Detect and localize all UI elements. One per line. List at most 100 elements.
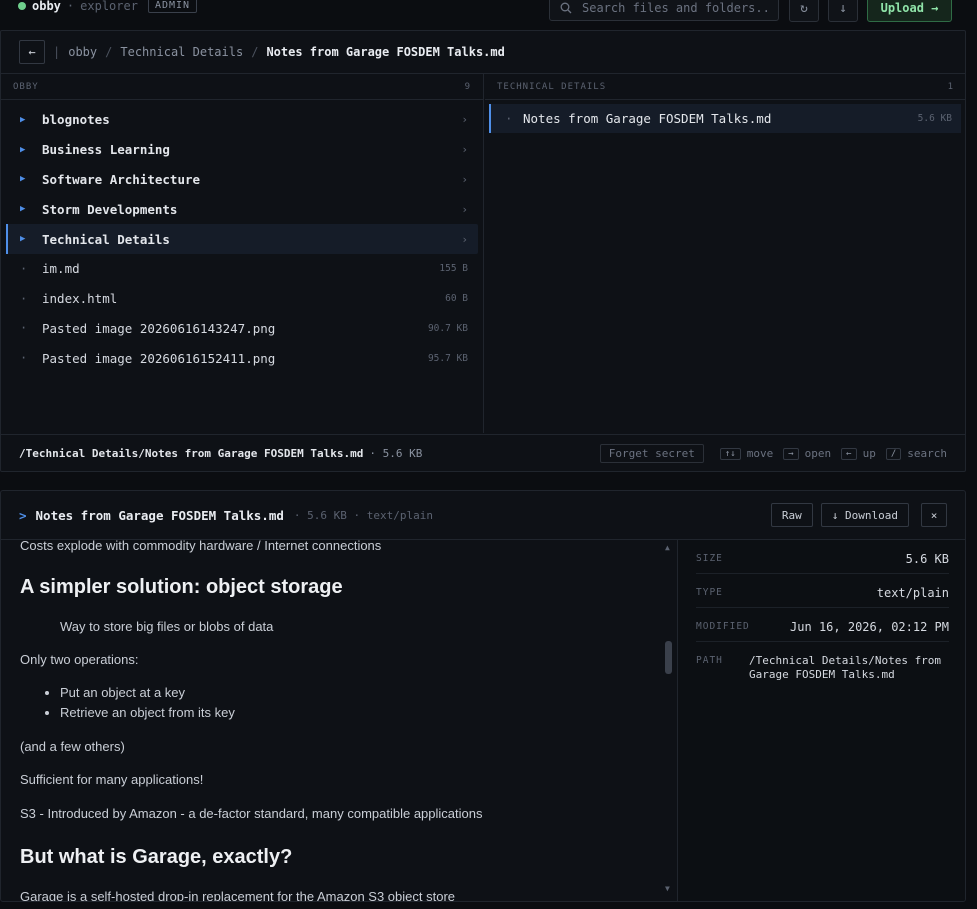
file-size: 155 B <box>439 263 468 275</box>
scrollbar-thumb[interactable] <box>665 641 672 674</box>
folder-row[interactable]: ▶ Software Architecture › <box>6 165 478 195</box>
file-size: 60 B <box>445 293 468 305</box>
breadcrumb-item-obby[interactable]: obby <box>68 45 97 59</box>
file-name: Pasted image 20260616152411.png <box>42 350 276 366</box>
role-badge: ADMIN <box>147 0 198 13</box>
prompt-icon: > <box>19 507 27 523</box>
file-name: Pasted image 20260616143247.png <box>42 320 276 336</box>
folder-icon: ▶ <box>20 234 26 245</box>
right-column: TECHNICAL DETAILS 1 · Notes from Garage … <box>485 74 966 433</box>
detail-label: SIZE <box>696 553 723 564</box>
folder-row[interactable]: ▶ blognotes › <box>6 105 478 135</box>
brand: obby · explorer ADMIN <box>18 0 198 13</box>
file-viewer-panel: > Notes from Garage FOSDEM Talks.md · 5.… <box>0 490 966 902</box>
scroll-down-icon[interactable]: ▼ <box>665 884 670 893</box>
file-row[interactable]: · index.html 60 B <box>6 284 478 314</box>
folder-name: blognotes <box>42 112 110 128</box>
shortcut-label-open: open <box>804 447 832 460</box>
kbd-open-icon: → <box>783 447 799 460</box>
file-size: 5.6 KB <box>917 113 952 124</box>
brand-separator: · <box>66 0 75 13</box>
detail-value: 5.6 KB <box>905 552 949 566</box>
folder-row-selected[interactable]: ▶ Technical Details › <box>6 224 478 254</box>
chevron-right-icon: › <box>461 232 468 246</box>
breadcrumb-current: Notes from Garage FOSDEM Talks.md <box>266 45 505 59</box>
kbd-search-icon: / <box>885 447 902 460</box>
right-column-count: 1 <box>947 81 954 92</box>
folder-icon: ▶ <box>20 144 26 155</box>
status-path: /Technical Details/Notes from Garage FOS… <box>19 447 364 460</box>
status-dot-icon <box>18 1 26 10</box>
scroll-up-icon[interactable]: ▲ <box>665 543 670 552</box>
detail-value: text/plain <box>876 586 949 600</box>
breadcrumb-divider: | <box>53 45 61 59</box>
viewer-header: > Notes from Garage FOSDEM Talks.md · 5.… <box>1 491 965 540</box>
viewer-meta: · 5.6 KB · text/plain <box>293 508 433 522</box>
folder-row[interactable]: ▶ Storm Developments › <box>6 194 478 224</box>
content-blockquote: Way to store big files or blobs of data <box>60 619 274 634</box>
file-name: index.html <box>42 291 118 307</box>
detail-type: TYPE text/plain <box>696 574 949 608</box>
refresh-button[interactable]: ↻ <box>789 0 819 22</box>
left-column: OBBY 9 ▶ blognotes › ▶ Business Learning… <box>1 74 484 433</box>
close-button[interactable]: × <box>921 503 947 527</box>
content-paragraph: S3 - Introduced by Amazon - a de-factor … <box>20 806 483 821</box>
file-dot-icon: · <box>20 261 28 276</box>
markdown-content[interactable]: Costs explode with commodity hardware / … <box>1 540 676 902</box>
search-input[interactable] <box>582 0 772 15</box>
download-all-button[interactable]: ↓ <box>828 0 858 22</box>
breadcrumb-item-technical-details[interactable]: Technical Details <box>120 45 243 59</box>
shortcut-label-search: search <box>907 447 947 460</box>
detail-label: TYPE <box>696 587 723 598</box>
kbd-move-icon: ↑↓ <box>719 447 741 460</box>
raw-button[interactable]: Raw <box>770 503 813 527</box>
file-name: im.md <box>42 261 80 277</box>
search-box[interactable] <box>549 0 779 21</box>
folder-name: Business Learning <box>42 142 170 158</box>
chevron-right-icon: › <box>461 143 468 157</box>
folder-icon: ▶ <box>20 114 26 125</box>
forget-secret-button[interactable]: Forget secret <box>599 444 704 463</box>
folder-name: Storm Developments <box>42 201 178 217</box>
file-details-panel: SIZE 5.6 KB TYPE text/plain MODIFIED Jun… <box>677 540 965 901</box>
content-heading: But what is Garage, exactly? <box>20 846 293 868</box>
file-row[interactable]: · Pasted image 20260616152411.png 95.7 K… <box>6 343 478 373</box>
back-button[interactable]: ← <box>19 40 45 64</box>
list-item: Put an object at a key <box>60 685 235 700</box>
list-item: Retrieve an object from its key <box>60 705 235 720</box>
file-row[interactable]: · Pasted image 20260616143247.png 90.7 K… <box>6 314 478 344</box>
download-icon: ↓ <box>839 0 847 16</box>
file-size: 90.7 KB <box>427 322 468 334</box>
content-list: Put an object at a key Retrieve an objec… <box>20 685 235 725</box>
chevron-right-icon: › <box>461 172 468 186</box>
folder-icon: ▶ <box>20 174 26 185</box>
app-section: explorer <box>80 0 138 13</box>
folder-contents-list: · Notes from Garage FOSDEM Talks.md 5.6 … <box>485 100 966 133</box>
status-bar: /Technical Details/Notes from Garage FOS… <box>1 434 965 472</box>
chevron-right-icon: › <box>461 202 468 216</box>
detail-path: PATH /Technical Details/Notes from Garag… <box>696 642 949 689</box>
upload-button[interactable]: Upload → <box>867 0 952 22</box>
file-row[interactable]: · im.md 155 B <box>6 254 478 284</box>
shortcut-label-up: up <box>862 447 876 460</box>
folder-row[interactable]: ▶ Business Learning › <box>6 135 478 165</box>
detail-label: PATH <box>696 655 723 666</box>
file-row-selected[interactable]: · Notes from Garage FOSDEM Talks.md 5.6 … <box>489 104 961 133</box>
detail-size: SIZE 5.6 KB <box>696 540 949 574</box>
refresh-icon: ↻ <box>800 0 808 16</box>
search-icon <box>560 2 572 13</box>
folder-icon: ▶ <box>20 204 26 215</box>
left-column-count: 9 <box>464 81 471 92</box>
breadcrumb-separator: / <box>105 45 113 59</box>
left-column-header: OBBY 9 <box>1 74 483 100</box>
download-button[interactable]: ↓ Download <box>820 503 909 527</box>
breadcrumb-separator: / <box>251 45 259 59</box>
breadcrumb: ← | obby / Technical Details / Notes fro… <box>1 31 965 74</box>
content-paragraph: Garage is a self-hosted drop-in replacem… <box>20 889 456 902</box>
file-list: ▶ blognotes › ▶ Business Learning › ▶ So… <box>1 100 483 373</box>
app-name: obby <box>32 0 61 13</box>
content-heading: A simpler solution: object storage <box>20 576 343 598</box>
left-column-title: OBBY <box>13 81 39 92</box>
file-size: 95.7 KB <box>427 352 468 364</box>
right-column-title: TECHNICAL DETAILS <box>497 81 607 92</box>
